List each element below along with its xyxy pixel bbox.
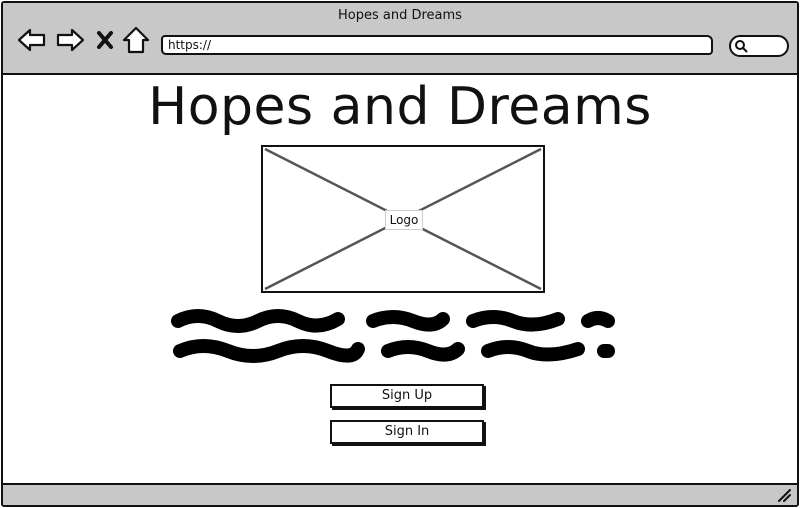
status-bar [3, 483, 797, 505]
sign-in-button[interactable]: Sign In [330, 420, 484, 444]
search-input[interactable] [729, 35, 789, 57]
sign-up-button[interactable]: Sign Up [330, 384, 484, 408]
address-bar[interactable]: https:// [161, 35, 713, 55]
stop-icon[interactable] [93, 25, 117, 55]
browser-window: Hopes and Dreams https:// Hopes and Drea… [1, 1, 799, 507]
browser-toolbar: Hopes and Dreams https:// [3, 3, 797, 75]
home-icon[interactable] [121, 25, 151, 55]
logo-label: Logo [385, 210, 423, 230]
resize-grip-icon[interactable] [777, 488, 791, 502]
window-title: Hopes and Dreams [338, 8, 462, 23]
page-title: Hopes and Dreams [148, 77, 652, 137]
scribbled-text-placeholder [171, 309, 615, 363]
logo-image-placeholder: Logo [261, 145, 545, 293]
search-icon [735, 40, 748, 53]
back-icon[interactable] [17, 25, 47, 55]
forward-icon[interactable] [55, 25, 85, 55]
